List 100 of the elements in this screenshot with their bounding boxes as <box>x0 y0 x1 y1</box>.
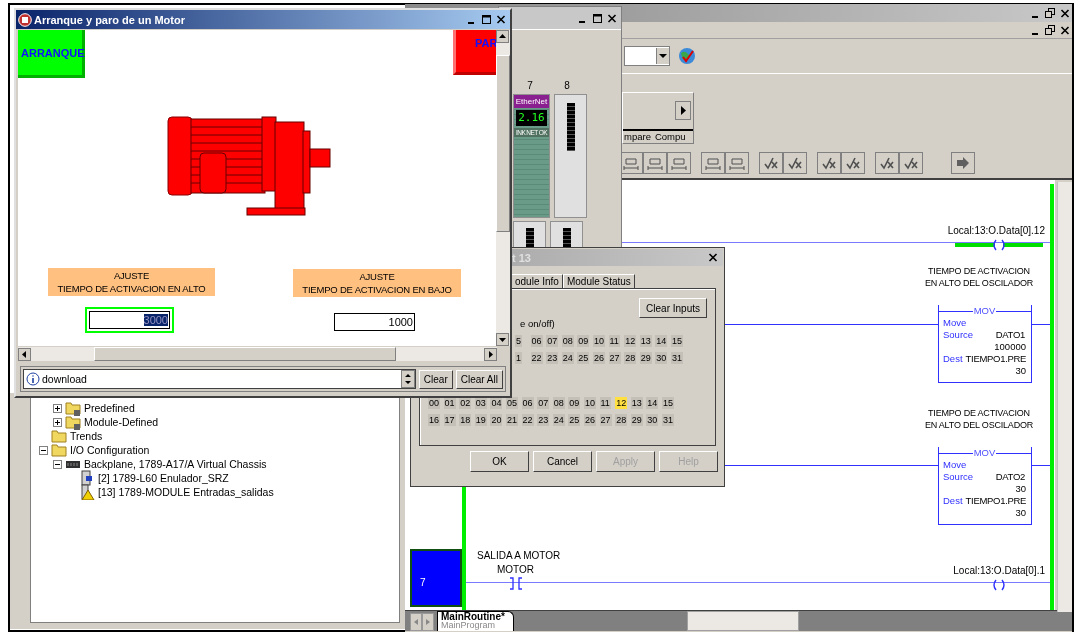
ladder-instruction-icon[interactable] <box>667 152 691 174</box>
bit-indicator[interactable]: 06 <box>530 335 543 347</box>
ladder-instruction-icon[interactable] <box>725 152 749 174</box>
bit-indicator[interactable]: 11 <box>599 397 611 409</box>
empty-slot[interactable] <box>554 94 587 218</box>
expand-icon[interactable] <box>53 403 62 413</box>
maximize-button[interactable] <box>590 11 604 25</box>
bit-indicator[interactable]: 10 <box>592 335 605 347</box>
collapse-icon[interactable] <box>39 445 48 455</box>
mov-instruction[interactable]: MOV Move Source DATO2 30 Dest TIEMPO1.PRE 30 <box>938 447 1032 525</box>
ladder-instruction-icon[interactable] <box>841 152 865 174</box>
tree-item[interactable]: [13] 1789-MODULE Entradas_salidas <box>98 486 274 498</box>
maximize-button[interactable] <box>479 13 493 26</box>
restore-button[interactable] <box>1043 6 1057 20</box>
vertical-scrollbar[interactable] <box>496 30 510 346</box>
ladder-instruction-icon[interactable] <box>643 152 667 174</box>
bit-indicator[interactable]: 07 <box>546 335 559 347</box>
bit-indicator[interactable]: 18 <box>459 414 472 426</box>
bit-indicator[interactable]: 22 <box>530 352 543 364</box>
rung-number[interactable]: 7 <box>410 549 462 607</box>
globe-icon[interactable] <box>676 45 698 67</box>
scroll-down-icon[interactable] <box>496 333 510 346</box>
setpoint-field[interactable]: 1000 <box>334 313 415 331</box>
close-button[interactable] <box>706 251 720 264</box>
ladder-instruction-icon[interactable] <box>817 152 841 174</box>
bit-indicator[interactable]: 29 <box>639 352 652 364</box>
ladder-instruction-icon[interactable] <box>899 152 923 174</box>
scroll-left-icon[interactable] <box>18 347 31 361</box>
bit-indicator[interactable]: 27 <box>599 414 612 426</box>
bit-indicator[interactable]: 19 <box>474 414 487 426</box>
restore-button[interactable] <box>1043 23 1057 37</box>
tree-item[interactable]: [2] 1789-L60 Enulador_SRZ <box>98 472 229 484</box>
bit-indicator[interactable]: 12 <box>615 397 628 409</box>
bit-indicator[interactable]: 28 <box>624 352 637 364</box>
bit-indicator[interactable]: 27 <box>608 352 621 364</box>
clear-inputs-button[interactable]: Clear Inputs <box>639 298 707 318</box>
dialog-tab[interactable]: Module Status <box>562 274 635 288</box>
bit-indicator[interactable]: 15 <box>670 335 683 347</box>
ladder-instruction-icon[interactable] <box>875 152 899 174</box>
bit-indicator[interactable]: 13 <box>630 397 643 409</box>
ladder-instruction-icon[interactable] <box>783 152 807 174</box>
horizontal-scrollbar[interactable] <box>686 611 799 631</box>
bit-indicator[interactable]: 10 <box>583 397 596 409</box>
bit-indicator[interactable]: 13 <box>639 335 652 347</box>
scroll-right-icon[interactable] <box>484 347 497 361</box>
bit-indicator[interactable]: 1 <box>514 352 522 364</box>
bit-indicator[interactable]: 23 <box>546 352 559 364</box>
bit-indicator[interactable]: 22 <box>521 414 534 426</box>
bit-indicator[interactable]: 25 <box>577 352 590 364</box>
dialog-button[interactable]: Cancel <box>533 451 592 472</box>
bit-indicator[interactable]: 28 <box>615 414 628 426</box>
bit-indicator[interactable]: 26 <box>592 352 605 364</box>
vertical-scrollbar[interactable] <box>1057 182 1072 612</box>
instruction-tab[interactable]: mpare <box>624 131 651 143</box>
scroll-up-icon[interactable] <box>496 30 510 43</box>
routine-tab[interactable]: MainRoutine* MainProgram <box>437 611 514 631</box>
bit-indicator[interactable]: 15 <box>661 397 674 409</box>
tree-item[interactable]: Trends <box>70 430 103 442</box>
bit-indicator[interactable]: 08 <box>561 335 574 347</box>
expand-icon[interactable] <box>53 417 62 427</box>
bit-indicator[interactable]: 25 <box>568 414 581 426</box>
clear-button[interactable]: Clear <box>418 369 453 389</box>
bit-indicator[interactable]: 24 <box>561 352 574 364</box>
collapse-icon[interactable] <box>53 459 62 469</box>
bit-indicator[interactable]: 12 <box>624 335 637 347</box>
bit-indicator[interactable]: 09 <box>568 397 581 409</box>
bit-indicator[interactable]: 14 <box>646 397 659 409</box>
bit-indicator[interactable]: 5 <box>514 335 522 347</box>
bit-indicator[interactable]: 17 <box>443 414 456 426</box>
bit-indicator[interactable]: 23 <box>537 414 550 426</box>
bit-indicator[interactable]: 29 <box>630 414 643 426</box>
tree-item[interactable]: Predefined <box>84 402 135 414</box>
mov-instruction[interactable]: MOV Move Source DATO1 100000 Dest TIEMPO1.PRE 30 <box>938 305 1032 383</box>
bit-indicator[interactable]: 31 <box>661 414 674 426</box>
ladder-instruction-icon[interactable] <box>701 152 725 174</box>
bit-indicator[interactable]: 30 <box>646 414 659 426</box>
instruction-tab[interactable]: Compu <box>654 131 686 143</box>
bit-indicator[interactable]: 30 <box>655 352 668 364</box>
close-button[interactable] <box>494 13 508 26</box>
scroll-right-button[interactable] <box>675 101 691 120</box>
bit-indicator[interactable]: 14 <box>655 335 668 347</box>
bit-indicator[interactable]: 24 <box>552 414 565 426</box>
clear-button[interactable]: Clear All <box>455 369 503 389</box>
bit-indicator[interactable]: 08 <box>552 397 565 409</box>
spin-buttons[interactable] <box>400 370 415 388</box>
bit-indicator[interactable]: 20 <box>490 414 503 426</box>
bit-indicator[interactable]: 21 <box>505 414 518 426</box>
tree-item[interactable]: I/O Configuration <box>70 444 150 456</box>
bit-indicator[interactable]: 09 <box>577 335 590 347</box>
start-button[interactable]: ARRANQUE <box>18 30 85 78</box>
dropdown-field[interactable] <box>624 46 670 66</box>
ladder-instruction-icon[interactable] <box>951 152 975 174</box>
ladder-instruction-icon[interactable] <box>759 152 783 174</box>
tree-item[interactable]: Module-Defined <box>84 416 159 428</box>
bit-indicator[interactable]: 31 <box>670 352 683 364</box>
bit-indicator[interactable]: 07 <box>537 397 550 409</box>
horizontal-scrollbar[interactable] <box>18 347 497 361</box>
dialog-button[interactable]: OK <box>470 451 529 472</box>
bit-indicator[interactable]: 26 <box>583 414 596 426</box>
bit-indicator[interactable]: 11 <box>608 335 620 347</box>
